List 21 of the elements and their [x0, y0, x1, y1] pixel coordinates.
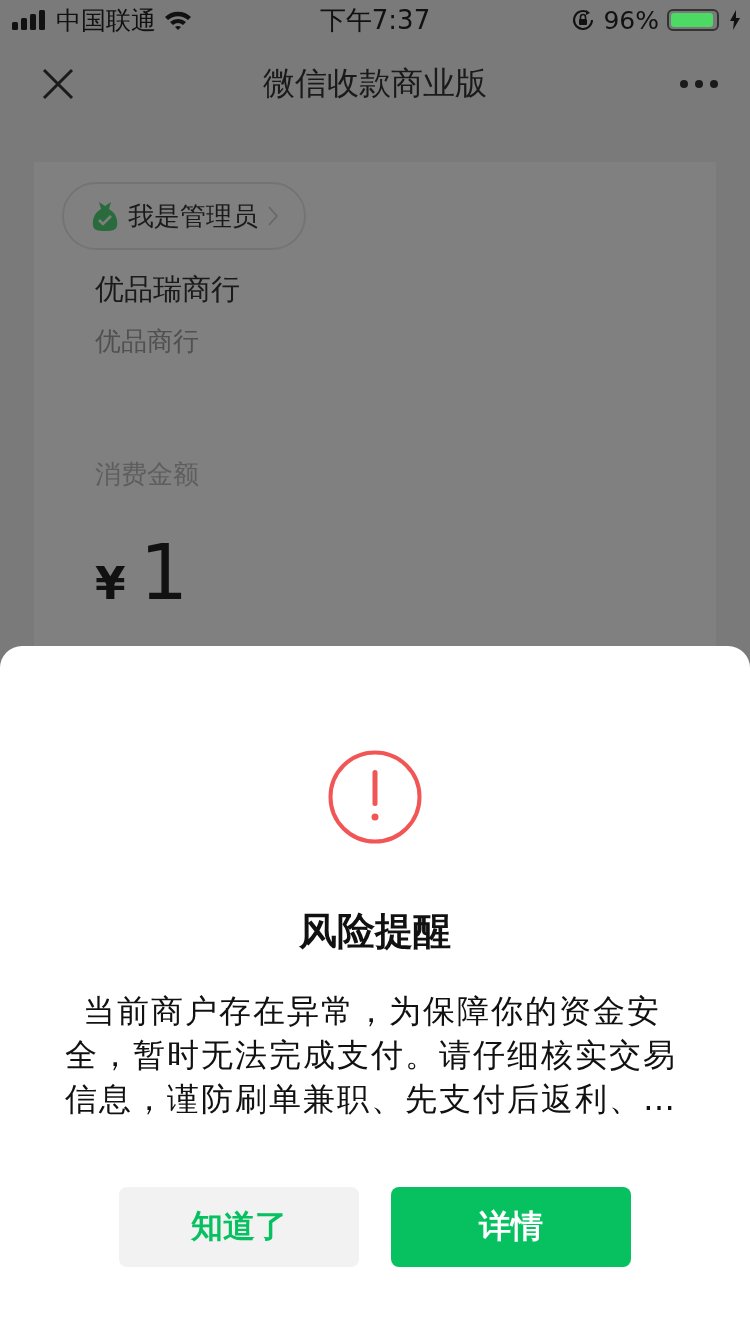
more-icon[interactable] — [680, 80, 718, 88]
amount-value: 1 — [139, 528, 188, 617]
dismiss-button[interactable]: 知道了 — [119, 1187, 359, 1267]
page-title: 微信收款商业版 — [263, 63, 487, 104]
signal-icon — [12, 10, 48, 30]
wifi-icon — [164, 9, 192, 31]
admin-chip[interactable]: 我是管理员 — [62, 182, 306, 250]
battery-percent: 96% — [603, 5, 659, 35]
dialog-title: 风险提醒 — [299, 908, 451, 955]
chevron-right-icon — [268, 206, 278, 226]
warning-icon — [328, 750, 422, 844]
dialog-message: 当前商户存在异常，为保障你的资金安全，暂时无法完成支付。请仔细核实交易信息，谨防刷单兼职、先支付后返利、… — [65, 991, 678, 1120]
carrier-name: 中国联通 — [56, 4, 156, 37]
battery-icon — [667, 9, 719, 31]
close-icon[interactable] — [42, 68, 74, 100]
status-time: 下午7:37 — [319, 3, 431, 37]
money-bag-icon — [92, 200, 118, 232]
merchant-name: 优品瑞商行 — [95, 271, 240, 308]
details-button[interactable]: 详情 — [391, 1187, 631, 1267]
currency-symbol: ¥ — [95, 558, 126, 609]
rotation-lock-icon — [571, 8, 596, 32]
